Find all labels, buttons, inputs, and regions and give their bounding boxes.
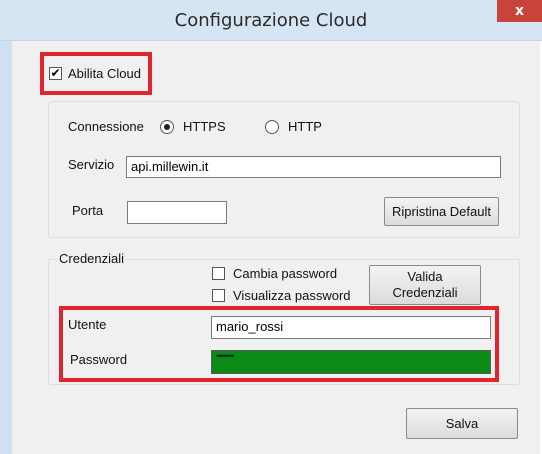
port-label: Porta [72,203,104,218]
save-button[interactable]: Salva [406,408,518,439]
show-password-label: Visualizza password [233,288,351,303]
title-bar[interactable]: Configurazione Cloud x [0,0,542,41]
window-title: Configurazione Cloud [174,10,368,31]
enable-cloud-label: Abilita Cloud [68,66,141,81]
validate-line1: Valida [407,269,443,284]
close-icon: x [514,3,525,19]
https-radio[interactable] [160,120,174,134]
validate-line2: Credenziali [392,285,458,300]
validate-credentials-button[interactable]: Valida Credenziali [369,265,481,305]
check-icon: ✔ [50,66,61,80]
service-input[interactable]: api.millewin.it [126,156,501,178]
change-password-checkbox[interactable] [212,267,225,280]
password-label: Password [70,352,128,367]
user-input[interactable]: mario_rossi [211,316,491,339]
change-password-label: Cambia password [233,266,338,281]
connection-label: Connessione [68,119,144,134]
https-label: HTTPS [183,119,226,134]
service-label: Servizio [68,157,115,172]
radio-selected-dot [164,124,170,130]
enable-cloud-checkbox[interactable]: ✔ [49,67,62,80]
show-password-checkbox[interactable] [212,289,225,302]
credentials-group-label: Credenziali [57,251,127,266]
http-label: HTTP [288,119,322,134]
http-radio[interactable] [265,120,279,134]
password-input[interactable]: •••••••• [211,350,491,374]
user-label: Utente [68,317,107,332]
port-input[interactable] [127,201,227,224]
reset-default-button[interactable]: Ripristina Default [384,197,499,226]
close-button[interactable]: x [497,0,542,22]
